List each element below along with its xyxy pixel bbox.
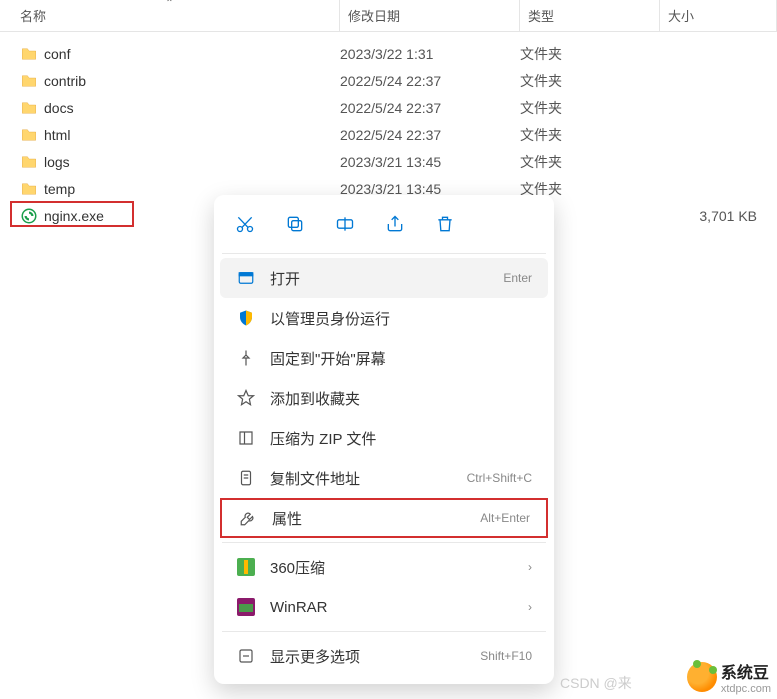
sort-indicator-icon: ⌃: [165, 0, 173, 9]
selection-highlight-box: [10, 201, 134, 227]
menu-open-shortcut: Enter: [503, 271, 532, 285]
zip-icon: [236, 428, 256, 448]
menu-pin-start[interactable]: 固定到"开始"屏幕: [220, 338, 548, 378]
file-type-cell: 文件夹: [520, 125, 660, 145]
menu-copy-path[interactable]: 复制文件地址 Ctrl+Shift+C: [220, 458, 548, 498]
folder-icon: [20, 153, 38, 171]
file-name-cell: html: [0, 126, 340, 144]
column-headers: ⌃ 名称 修改日期 类型 大小: [0, 0, 777, 32]
file-date-cell: 2022/5/24 22:37: [340, 127, 520, 143]
header-date[interactable]: 修改日期: [340, 0, 520, 31]
file-date-cell: 2022/5/24 22:37: [340, 100, 520, 116]
menu-show-more[interactable]: 显示更多选项 Shift+F10: [220, 636, 548, 676]
brand-logo-icon: [687, 662, 717, 692]
menu-360zip-label: 360压缩: [270, 557, 514, 578]
file-name-label: conf: [44, 46, 70, 62]
header-date-label: 修改日期: [348, 6, 400, 25]
menu-show-more-shortcut: Shift+F10: [480, 649, 532, 663]
menu-separator: [222, 631, 546, 632]
file-row[interactable]: html 2022/5/24 22:37文件夹: [0, 121, 777, 148]
file-row[interactable]: contrib 2022/5/24 22:37文件夹: [0, 67, 777, 94]
menu-winrar[interactable]: WinRAR ›: [220, 587, 548, 627]
360zip-icon: [236, 557, 256, 577]
file-name-label: docs: [44, 100, 74, 116]
file-date-cell: 2023/3/22 1:31: [340, 46, 520, 62]
brand-url: xtdpc.com: [721, 683, 771, 695]
folder-icon: [20, 99, 38, 117]
menu-winrar-label: WinRAR: [270, 599, 514, 616]
watermark-csdn: CSDN @来: [560, 673, 632, 693]
menu-properties-shortcut: Alt+Enter: [480, 511, 530, 525]
menu-show-more-label: 显示更多选项: [270, 646, 466, 667]
file-type-cell: 文件夹: [520, 71, 660, 91]
winrar-icon: [236, 597, 256, 617]
file-name-label: temp: [44, 181, 75, 197]
chevron-right-icon: ›: [528, 600, 532, 614]
pin-icon: [236, 348, 256, 368]
shield-icon: [236, 308, 256, 328]
delete-icon[interactable]: [434, 213, 456, 235]
file-size-cell: 3,701 KB: [660, 208, 777, 224]
menu-run-as-admin-label: 以管理员身份运行: [270, 308, 532, 329]
file-date-cell: 2023/3/21 13:45: [340, 154, 520, 170]
menu-copy-path-shortcut: Ctrl+Shift+C: [467, 471, 532, 485]
menu-compress-zip-label: 压缩为 ZIP 文件: [270, 428, 532, 449]
header-size[interactable]: 大小: [660, 0, 777, 31]
menu-toolbar: [214, 203, 554, 249]
folder-icon: [20, 180, 38, 198]
share-icon[interactable]: [384, 213, 406, 235]
copy-icon[interactable]: [284, 213, 306, 235]
menu-pin-start-label: 固定到"开始"屏幕: [270, 348, 532, 369]
header-name-label: 名称: [20, 6, 46, 25]
more-options-icon: [236, 646, 256, 666]
chevron-right-icon: ›: [528, 560, 532, 574]
rename-icon[interactable]: [334, 213, 356, 235]
menu-copy-path-label: 复制文件地址: [270, 468, 453, 489]
menu-properties[interactable]: 属性 Alt+Enter: [220, 498, 548, 538]
file-name-cell: contrib: [0, 72, 340, 90]
file-name-label: contrib: [44, 73, 86, 89]
context-menu: 打开 Enter 以管理员身份运行 固定到"开始"屏幕 添加到收藏夹 压缩为 Z…: [214, 195, 554, 684]
menu-360zip[interactable]: 360压缩 ›: [220, 547, 548, 587]
file-name-label: logs: [44, 154, 70, 170]
cut-icon[interactable]: [234, 213, 256, 235]
file-name-cell: conf: [0, 45, 340, 63]
folder-icon: [20, 45, 38, 63]
file-type-cell: 文件夹: [520, 98, 660, 118]
file-row[interactable]: logs 2023/3/21 13:45文件夹: [0, 148, 777, 175]
star-icon: [236, 388, 256, 408]
file-name-cell: logs: [0, 153, 340, 171]
file-date-cell: 2022/5/24 22:37: [340, 73, 520, 89]
file-type-cell: 文件夹: [520, 152, 660, 172]
header-type-label: 类型: [528, 6, 554, 25]
folder-icon: [20, 126, 38, 144]
menu-run-as-admin[interactable]: 以管理员身份运行: [220, 298, 548, 338]
menu-separator: [222, 542, 546, 543]
menu-properties-label: 属性: [272, 508, 466, 529]
header-type[interactable]: 类型: [520, 0, 660, 31]
header-name[interactable]: ⌃ 名称: [0, 0, 340, 31]
menu-add-favorites[interactable]: 添加到收藏夹: [220, 378, 548, 418]
copy-path-icon: [236, 468, 256, 488]
file-name-label: html: [44, 127, 70, 143]
menu-open-label: 打开: [270, 268, 489, 289]
folder-icon: [20, 72, 38, 90]
header-size-label: 大小: [668, 6, 694, 25]
menu-add-favorites-label: 添加到收藏夹: [270, 388, 532, 409]
menu-compress-zip[interactable]: 压缩为 ZIP 文件: [220, 418, 548, 458]
menu-open[interactable]: 打开 Enter: [220, 258, 548, 298]
file-name-cell: docs: [0, 99, 340, 117]
watermark-brand: 系统豆 xtdpc.com: [687, 659, 771, 695]
file-row[interactable]: conf 2023/3/22 1:31文件夹: [0, 40, 777, 67]
wrench-icon: [238, 508, 258, 528]
file-type-cell: 文件夹: [520, 44, 660, 64]
menu-separator: [222, 253, 546, 254]
file-row[interactable]: docs 2022/5/24 22:37文件夹: [0, 94, 777, 121]
open-icon: [236, 268, 256, 288]
brand-name: 系统豆: [721, 665, 769, 682]
